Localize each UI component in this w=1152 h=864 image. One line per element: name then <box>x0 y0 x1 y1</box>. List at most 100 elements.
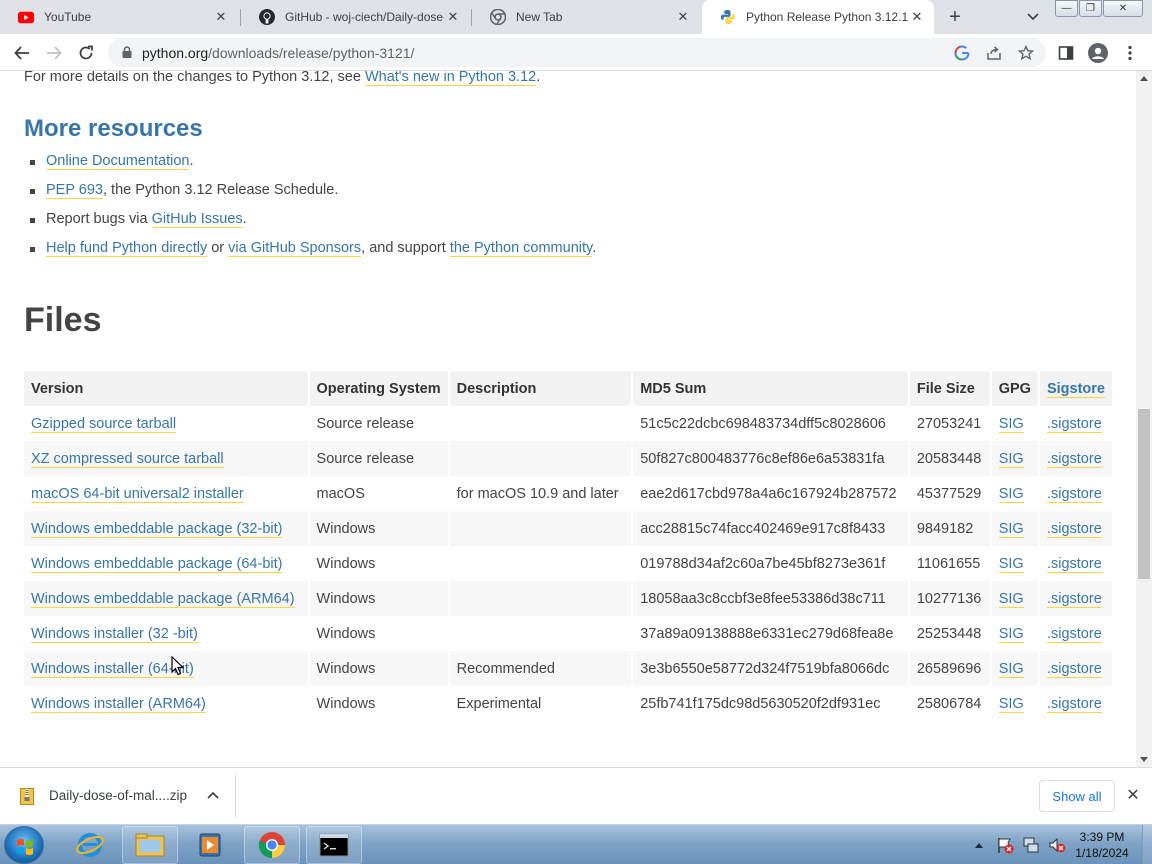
cell-description <box>449 441 634 476</box>
close-tab-icon[interactable]: ✕ <box>444 8 462 26</box>
tab-github[interactable]: GitHub - woj-ciech/Daily-dose- ✕ <box>241 0 470 34</box>
gpg-sig-link[interactable]: SIG <box>998 625 1024 643</box>
google-translate-icon[interactable] <box>952 43 972 63</box>
close-tab-icon[interactable]: ✕ <box>908 8 926 26</box>
tab-youtube[interactable]: YouTube ✕ <box>0 0 238 34</box>
show-hidden-icons-arrow-icon[interactable] <box>972 838 986 852</box>
sigstore-link[interactable]: .sigstore <box>1046 520 1102 538</box>
gpg-sig-link[interactable]: SIG <box>998 695 1024 713</box>
scrollbar-thumb[interactable] <box>1138 409 1150 579</box>
bookmark-star-icon[interactable] <box>1016 43 1036 63</box>
forward-button[interactable] <box>43 42 65 64</box>
version-link[interactable]: Windows installer (64-bit) <box>31 660 194 678</box>
cell-gpg: SIG <box>991 651 1040 686</box>
github-issues-link[interactable]: GitHub Issues <box>151 211 243 228</box>
chevron-up-icon[interactable] <box>204 786 222 804</box>
show-all-button[interactable]: Show all <box>1039 780 1115 812</box>
gpg-sig-link[interactable]: SIG <box>998 415 1024 433</box>
tab-new-tab[interactable]: New Tab ✕ <box>472 0 700 34</box>
scroll-down-arrow-icon[interactable] <box>1140 757 1148 762</box>
sigstore-link[interactable]: .sigstore <box>1046 625 1102 643</box>
command-prompt-taskbar-button[interactable] <box>306 826 362 864</box>
internet-explorer-taskbar-button[interactable] <box>62 826 118 864</box>
chrome-taskbar-button[interactable] <box>244 826 300 864</box>
address-bar[interactable]: python.org/downloads/release/python-3121… <box>108 38 1046 67</box>
gpg-sig-link[interactable]: SIG <box>998 520 1024 538</box>
gpg-sig-link[interactable]: SIG <box>998 485 1024 503</box>
github-icon <box>259 9 275 25</box>
pep-693-link[interactable]: PEP 693 <box>46 182 103 199</box>
column-header-description: Description <box>449 371 634 406</box>
cell-md5: 51c5c22dcbc698483734dff5c8028606 <box>633 406 910 441</box>
sigstore-header-link[interactable]: Sigstore <box>1046 380 1105 398</box>
sigstore-link[interactable]: .sigstore <box>1046 555 1102 573</box>
gpg-sig-link[interactable]: SIG <box>998 450 1024 468</box>
table-row: Windows embeddable package (32-bit) Windo… <box>24 511 1114 546</box>
version-link[interactable]: Windows embeddable package (ARM64) <box>31 590 295 608</box>
action-center-flag-icon[interactable] <box>996 836 1014 854</box>
media-player-taskbar-button[interactable] <box>182 826 238 864</box>
chrome-menu-icon[interactable] <box>1119 42 1141 64</box>
help-fund-python-link[interactable]: Help fund Python directly <box>46 240 208 257</box>
tab-search-chevron-icon[interactable] <box>1024 8 1042 26</box>
sigstore-link[interactable]: .sigstore <box>1046 450 1102 468</box>
reload-icon <box>79 45 93 60</box>
version-link[interactable]: Gzipped source tarball <box>31 415 177 433</box>
version-link[interactable]: Windows installer (ARM64) <box>31 695 206 713</box>
tab-python-release[interactable]: Python Release Python 3.12.1 | ✕ <box>702 0 934 34</box>
cell-description <box>449 581 634 616</box>
new-tab-button[interactable]: + <box>944 6 966 28</box>
restore-button[interactable]: ❐ <box>1079 0 1102 17</box>
minimize-button[interactable]: — <box>1055 0 1078 17</box>
window-close-button[interactable]: ✕ <box>1103 0 1143 17</box>
close-download-bar-icon[interactable]: ✕ <box>1124 786 1142 804</box>
url-text[interactable]: python.org/downloads/release/python-3121… <box>142 45 414 61</box>
download-item[interactable]: Daily-dose-of-mal....zip <box>0 774 236 818</box>
cell-gpg: SIG <box>991 581 1040 616</box>
profile-avatar-icon[interactable] <box>1087 42 1109 64</box>
list-item: Report bugs via GitHub Issues. <box>28 211 596 240</box>
system-tray <box>972 825 1066 864</box>
sigstore-link[interactable]: .sigstore <box>1046 660 1102 678</box>
gpg-sig-link[interactable]: SIG <box>998 555 1024 573</box>
list-item: PEP 693, the Python 3.12 Release Schedul… <box>28 182 596 211</box>
sigstore-link[interactable]: .sigstore <box>1046 695 1102 713</box>
python-community-link[interactable]: the Python community <box>449 240 593 257</box>
side-panel-icon[interactable] <box>1055 42 1077 64</box>
volume-muted-icon[interactable] <box>1048 836 1066 854</box>
taskbar-clock[interactable]: 3:39 PM 1/18/2024 <box>1068 829 1136 861</box>
start-button[interactable] <box>4 826 44 864</box>
version-link[interactable]: Windows embeddable package (64-bit) <box>31 555 283 573</box>
show-desktop-button[interactable] <box>1142 825 1152 864</box>
version-link[interactable]: Windows embeddable package (32-bit) <box>31 520 283 538</box>
table-row: Windows installer (ARM64) Windows Experime… <box>24 686 1114 721</box>
cell-version: Windows installer (ARM64) <box>24 686 310 721</box>
network-icon[interactable] <box>1022 836 1040 854</box>
version-link[interactable]: macOS 64-bit universal2 installer <box>31 485 244 503</box>
whats-new-link[interactable]: What's new in Python 3.12 <box>364 71 537 86</box>
table-row: Windows installer (32 -bit) Windows 37a89a… <box>24 616 1114 651</box>
scroll-up-arrow-icon[interactable] <box>1140 76 1148 81</box>
sigstore-link[interactable]: .sigstore <box>1046 415 1102 433</box>
cell-sigstore: .sigstore <box>1039 441 1114 476</box>
vertical-scrollbar[interactable] <box>1136 71 1152 767</box>
gpg-sig-link[interactable]: SIG <box>998 660 1024 678</box>
cell-gpg: SIG <box>992 476 1040 511</box>
sigstore-link[interactable]: .sigstore <box>1046 590 1102 608</box>
cell-sigstore: .sigstore <box>1039 651 1114 686</box>
cell-md5: 3e3b6550e58772d324f7519bfa8066dc <box>633 651 910 686</box>
github-sponsors-link[interactable]: via GitHub Sponsors <box>228 240 362 257</box>
file-explorer-taskbar-button[interactable] <box>122 826 178 864</box>
cell-file-size: 25806784 <box>910 686 992 721</box>
share-icon[interactable] <box>984 43 1004 63</box>
online-documentation-link[interactable]: Online Documentation <box>46 153 190 170</box>
back-button[interactable] <box>11 42 33 64</box>
gpg-sig-link[interactable]: SIG <box>998 590 1024 608</box>
version-link[interactable]: Windows installer (32 -bit) <box>31 625 198 643</box>
version-link[interactable]: XZ compressed source tarball <box>31 450 224 468</box>
close-tab-icon[interactable]: ✕ <box>212 8 230 26</box>
sigstore-link[interactable]: .sigstore <box>1046 485 1102 503</box>
close-tab-icon[interactable]: ✕ <box>674 8 692 26</box>
reload-button[interactable] <box>75 42 97 64</box>
lock-icon[interactable] <box>120 45 134 59</box>
